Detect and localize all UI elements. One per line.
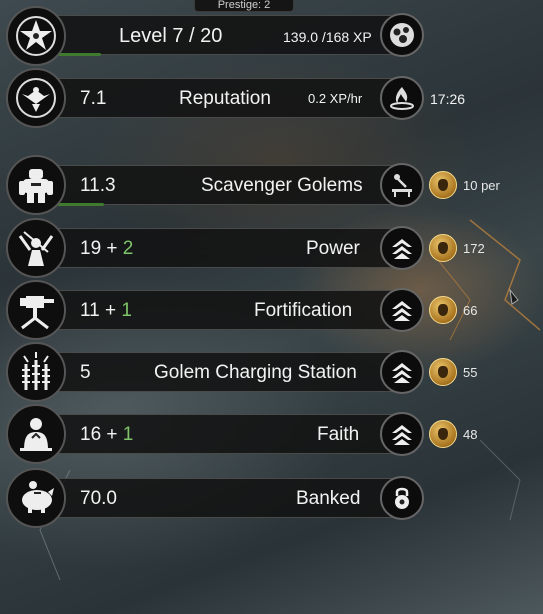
upgrade-chevron-icon[interactable]	[380, 412, 424, 456]
faith-cost: 48	[463, 427, 478, 442]
level-label: Level 7 / 20	[119, 25, 223, 47]
golem-charging-station-label: Golem Charging Station	[154, 362, 357, 383]
upgrade-chevron-icon[interactable]	[380, 350, 424, 394]
cost-coin-icon	[429, 420, 457, 448]
padlock-icon[interactable]	[380, 476, 424, 520]
faith-value: 16 + 1	[80, 424, 134, 445]
fortification-value: 11 + 1	[80, 300, 132, 321]
cost-coin-icon	[429, 358, 457, 386]
orbs-icon[interactable]	[380, 13, 424, 57]
banked-label: Banked	[296, 488, 361, 509]
power-cost: 172	[463, 241, 485, 256]
cost-coin-icon	[429, 171, 457, 199]
golem-charging-station-cost: 55	[463, 365, 478, 380]
reputation-rate: 0.2 XP/hr	[308, 91, 363, 106]
golem-charging-station-value: 5	[80, 362, 91, 383]
fire-altar-icon[interactable]	[380, 76, 424, 120]
build-workbench-icon[interactable]	[380, 163, 424, 207]
tesla-coil-icon	[6, 342, 66, 402]
reputation-timer: 17:26	[430, 91, 466, 107]
piggy-bank-icon	[6, 468, 66, 528]
fortification-cost: 66	[463, 303, 478, 318]
phoenix-emblem-icon	[6, 68, 66, 128]
prestige-indicator: Prestige: 2	[194, 0, 294, 12]
scavenger-golems-cost: 10 per	[463, 178, 500, 193]
scavenger-golems-label: Scavenger Golems	[201, 175, 363, 196]
power-figure-icon	[6, 218, 66, 278]
reputation-label: Reputation	[179, 88, 271, 109]
upgrade-chevron-icon[interactable]	[380, 288, 424, 332]
banked-value: 70.0	[80, 488, 117, 509]
upgrade-chevron-icon[interactable]	[380, 226, 424, 270]
power-value: 19 + 2	[80, 238, 134, 259]
level-xp: 139.0 /168 XP	[283, 29, 372, 45]
scavenger-golems-value: 11.3	[80, 175, 116, 196]
reputation-value: 7.1	[80, 88, 107, 109]
turret-icon	[6, 280, 66, 340]
power-label: Power	[306, 238, 360, 259]
level-star-icon	[6, 6, 66, 66]
fortification-label: Fortification	[254, 300, 353, 321]
praying-figure-icon	[6, 404, 66, 464]
cost-coin-icon	[429, 234, 457, 262]
cost-coin-icon	[429, 296, 457, 324]
faith-label: Faith	[317, 424, 360, 445]
golem-icon	[6, 155, 66, 215]
